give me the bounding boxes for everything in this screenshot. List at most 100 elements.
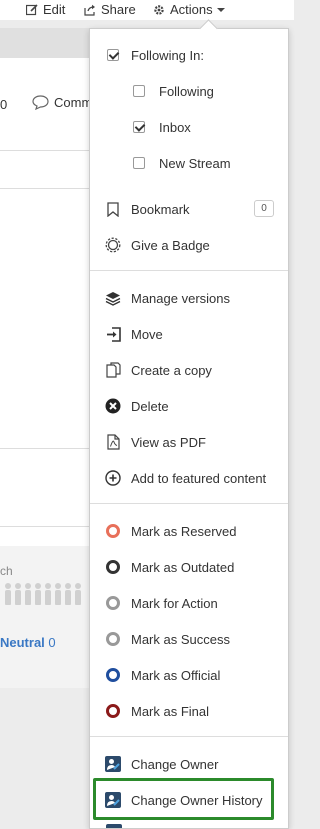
menu-item-delete[interactable]: Delete (90, 388, 288, 424)
menu-item-mark-action[interactable]: Mark for Action (90, 585, 288, 621)
add-circle-icon (105, 470, 121, 486)
new-stream-label: New Stream (159, 155, 231, 171)
menu-item-move[interactable]: Move (90, 316, 288, 352)
mark-action-label: Mark for Action (131, 595, 218, 611)
action-toolbar: Edit Share Actions (0, 0, 294, 20)
person-icon (34, 583, 42, 605)
final-status-icon (106, 704, 120, 718)
action-status-icon (106, 596, 120, 610)
change-owner-history-label: Change Owner History (131, 792, 263, 808)
create-copy-label: Create a copy (131, 362, 212, 378)
comment-label: Comm (54, 95, 93, 110)
give-badge-label: Give a Badge (131, 237, 210, 253)
menu-item-following[interactable]: Following (90, 73, 288, 109)
new-stream-checkbox[interactable] (133, 157, 145, 169)
menu-item-new-stream[interactable]: New Stream (90, 145, 288, 181)
reserved-status-icon (106, 524, 120, 538)
menu-item-change-owner-history[interactable]: Change Owner History (90, 782, 288, 818)
menu-item-create-copy[interactable]: Create a copy (90, 352, 288, 388)
person-icon (14, 583, 22, 605)
caret-down-icon (216, 7, 225, 12)
move-label: Move (131, 326, 163, 342)
menu-item-following-in[interactable]: Following In: (90, 37, 288, 73)
view-pdf-label: View as PDF (131, 434, 206, 450)
manage-versions-label: Manage versions (131, 290, 230, 306)
neutral-sentiment-link[interactable]: Neutral 0 (0, 635, 56, 650)
background-content-panel (0, 58, 90, 546)
layers-icon (105, 291, 121, 306)
menu-divider (90, 736, 288, 737)
divider (0, 448, 90, 449)
menu-item-give-badge[interactable]: Give a Badge (90, 227, 288, 263)
share-icon (84, 4, 95, 16)
comment-icon (32, 95, 49, 110)
person-icon (64, 583, 72, 605)
neutral-label: Neutral (0, 635, 45, 650)
menu-item-change-owner[interactable]: Change Owner (90, 746, 288, 782)
pdf-file-icon (106, 434, 120, 450)
following-label: Following (159, 83, 214, 99)
actions-label: Actions (170, 2, 213, 17)
sentiment-panel (0, 546, 90, 688)
mark-official-label: Mark as Official (131, 667, 221, 683)
change-owner-icon (105, 756, 121, 772)
menu-divider (90, 503, 288, 504)
following-in-label: Following In: (131, 47, 204, 63)
view-count: 0 (0, 97, 8, 112)
gear-icon (154, 4, 164, 15)
divider (0, 526, 90, 527)
person-icon (54, 583, 62, 605)
menu-item-bookmark[interactable]: Bookmark 0 (90, 191, 288, 227)
mark-final-label: Mark as Final (131, 703, 210, 719)
person-icon (44, 583, 52, 605)
mark-reserved-label: Mark as Reserved (131, 523, 237, 539)
bookmark-count-badge: 0 (254, 200, 274, 217)
menu-item-mark-final[interactable]: Mark as Final (90, 693, 288, 729)
edit-button[interactable]: Edit (26, 2, 65, 17)
edit-icon (26, 3, 38, 15)
comment-link[interactable]: Comm (32, 95, 92, 110)
menu-item-inbox[interactable]: Inbox (90, 109, 288, 145)
menu-item-add-featured[interactable]: Add to featured content (90, 460, 288, 496)
menu-item-mark-success[interactable]: Mark as Success (90, 621, 288, 657)
bookmark-label: Bookmark (131, 201, 190, 217)
delete-label: Delete (131, 398, 169, 414)
badge-icon (105, 237, 121, 253)
outdated-status-icon (106, 560, 120, 574)
neutral-count: 0 (48, 635, 56, 650)
following-checkbox[interactable] (133, 85, 145, 97)
change-owner-label: Change Owner (131, 756, 219, 772)
next-menu-item-icon (106, 824, 122, 828)
sentiment-heading: ch (0, 564, 13, 578)
bookmark-icon (107, 201, 119, 217)
actions-menu: Following In: Following Inbox New Stream… (89, 28, 289, 829)
menu-item-mark-reserved[interactable]: Mark as Reserved (90, 513, 288, 549)
share-label: Share (101, 2, 136, 17)
sentiment-people-graphic (4, 583, 82, 605)
menu-divider (90, 270, 288, 271)
official-status-icon (106, 668, 120, 682)
mark-outdated-label: Mark as Outdated (131, 559, 235, 575)
add-featured-label: Add to featured content (131, 470, 267, 486)
person-icon (4, 583, 12, 605)
success-status-icon (106, 632, 120, 646)
person-icon (24, 583, 32, 605)
divider (0, 188, 90, 189)
change-owner-history-icon (105, 792, 121, 808)
following-in-checkbox[interactable] (107, 49, 119, 61)
person-icon (74, 583, 82, 605)
inbox-label: Inbox (159, 119, 191, 135)
divider (0, 150, 90, 151)
menu-item-mark-outdated[interactable]: Mark as Outdated (90, 549, 288, 585)
copy-icon (105, 362, 121, 378)
menu-item-view-pdf[interactable]: View as PDF (90, 424, 288, 460)
mark-success-label: Mark as Success (131, 631, 230, 647)
actions-dropdown-button[interactable]: Actions (153, 2, 225, 17)
menu-item-mark-official[interactable]: Mark as Official (90, 657, 288, 693)
background-header-band (0, 28, 100, 58)
delete-icon (105, 398, 121, 414)
share-button[interactable]: Share (84, 2, 136, 17)
inbox-checkbox[interactable] (133, 121, 145, 133)
edit-label: Edit (43, 2, 66, 17)
menu-item-manage-versions[interactable]: Manage versions (90, 280, 288, 316)
